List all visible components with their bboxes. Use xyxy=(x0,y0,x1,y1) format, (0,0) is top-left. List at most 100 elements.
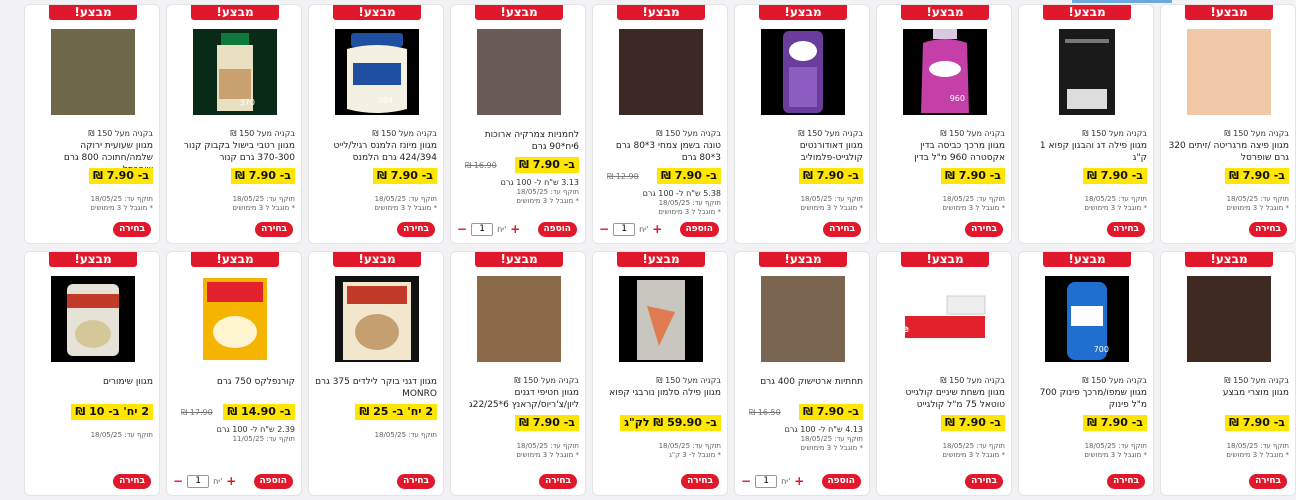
decrease-quantity-button[interactable]: − xyxy=(457,222,467,236)
min-purchase-text: בקניה מעל 150 ₪ xyxy=(656,129,721,138)
quantity-stepper[interactable]: −1 יח' + xyxy=(599,222,662,236)
add-to-cart-button[interactable]: הוספה xyxy=(253,474,293,489)
product-name[interactable]: מגוון דגני בוקר לילדים 375 גרם MONRO xyxy=(315,376,437,400)
product-image[interactable] xyxy=(761,276,845,362)
quantity-input[interactable]: 1 xyxy=(613,222,636,236)
choose-button[interactable]: בחירה xyxy=(397,474,435,489)
increase-quantity-button[interactable]: + xyxy=(510,222,520,236)
product-image[interactable]: 960 xyxy=(903,29,987,115)
product-card[interactable]: מבצע! בקניה מעל 150 ₪ מגוון פילה דג והבגון… xyxy=(1018,4,1154,244)
product-name[interactable]: מגוון פיצה מרגריטה /זיתים 320 גרם שופרסל xyxy=(1167,140,1289,164)
product-image[interactable]: Colgate xyxy=(877,276,987,362)
choose-button[interactable]: בחירה xyxy=(1249,222,1287,237)
choose-button[interactable]: בחירה xyxy=(1107,474,1145,489)
product-image[interactable] xyxy=(761,29,845,115)
product-card[interactable]: מבצע! 960 בקניה מעל 150 ₪ מגוון מרכך כביסה … xyxy=(876,4,1012,244)
product-name[interactable]: מגוון פילה סלמון נורבגי קפוא xyxy=(599,387,721,399)
product-image[interactable] xyxy=(619,29,703,115)
original-price: 17.90 ₪ xyxy=(181,408,213,417)
choose-button[interactable]: בחירה xyxy=(823,222,861,237)
product-name[interactable]: מגוון משחת שיניים קולגייט טוטאל 75 מ"ל ק… xyxy=(883,387,1005,411)
product-image[interactable]: 394 xyxy=(335,29,419,115)
sale-badge: מבצע! xyxy=(475,5,563,20)
choose-button[interactable]: בחירה xyxy=(113,474,151,489)
product-name[interactable]: לחמניות צמרקיה ארוכות 6יח*90 גרם xyxy=(457,129,579,153)
choose-button[interactable]: בחירה xyxy=(113,222,151,237)
product-name[interactable]: מגוון חטיפי דגנים ליון/צ'ריוס/קראנץ 6*22… xyxy=(457,387,579,411)
valid-until: תוקף עד: 18/05/25 xyxy=(374,431,437,439)
choose-button[interactable]: בחירה xyxy=(965,474,1003,489)
promo-price: ב- 7.90 ₪ xyxy=(372,168,437,184)
add-to-cart-button[interactable]: הוספה xyxy=(537,222,577,237)
add-to-cart-button[interactable]: הוספה xyxy=(821,474,861,489)
min-purchase-text: בקניה מעל 150 ₪ xyxy=(372,129,437,138)
product-name[interactable]: מגוון שמפו/מרכך פינוק 700 מ"ל פינוק xyxy=(1025,387,1147,411)
product-name[interactable]: טונה בשמן צמחי 3*80 גרם 3*80 גרם xyxy=(599,140,721,164)
quantity-stepper[interactable]: −1 יח' + xyxy=(457,222,520,236)
quantity-stepper[interactable]: −1 יח' + xyxy=(173,474,236,488)
product-name[interactable]: מגוון מוצרי מבצע xyxy=(1167,387,1289,399)
quantity-input[interactable]: 1 xyxy=(471,222,494,236)
add-to-cart-button[interactable]: הוספה xyxy=(679,222,719,237)
choose-button[interactable]: בחירה xyxy=(965,222,1003,237)
product-card[interactable]: מבצע! בקניה מעל 150 ₪ מגוון פילה סלמון נור… xyxy=(592,251,728,496)
valid-until: תוקף עד: 18/05/25 xyxy=(90,431,153,439)
product-card[interactable]: מבצע! קורנפלקס 750 גרם ב- 14.90 ₪ 17.90 ₪ 2.… xyxy=(166,251,302,496)
product-card[interactable]: מבצע! מגוון שימורים 2 יח' ב- 10 ₪ תוקף עד: … xyxy=(24,251,160,496)
product-name[interactable]: מגוון פילה דג והבגון קפוא 1 ק"ג xyxy=(1025,140,1147,164)
product-image[interactable] xyxy=(1187,29,1271,115)
product-image[interactable] xyxy=(51,276,135,362)
product-card[interactable]: מבצע! בקניה מעל 150 ₪ מגוון מוצרי מבצע ב- 7… xyxy=(1160,251,1296,496)
product-card[interactable]: מבצע! בקניה מעל 150 ₪ מגוון שעועית ירוקה ש… xyxy=(24,4,160,244)
product-card[interactable]: מבצע! 370 בקניה מעל 150 ₪ מגוון רטבי בישול … xyxy=(166,4,302,244)
quantity-input[interactable]: 1 xyxy=(187,474,210,488)
product-image[interactable] xyxy=(477,276,561,362)
product-name[interactable]: מגוון מיונז הלמנס רגיל/לייט 424/394 גרם … xyxy=(315,140,437,164)
choose-button[interactable]: בחירה xyxy=(681,474,719,489)
choose-button[interactable]: בחירה xyxy=(539,474,577,489)
increase-quantity-button[interactable]: + xyxy=(652,222,662,236)
decrease-quantity-button[interactable]: − xyxy=(173,474,183,488)
product-name[interactable]: מגוון רטבי בישול בקבוק קנור 370-300 גרם … xyxy=(173,140,295,164)
product-name[interactable]: מגוון שימורים xyxy=(31,376,153,388)
product-image[interactable] xyxy=(619,276,703,362)
product-image[interactable] xyxy=(1187,276,1271,362)
product-name[interactable]: קורנפלקס 750 גרם xyxy=(173,376,295,388)
product-name[interactable]: מגוון דאודורנטים קולגייט-פלמוליב xyxy=(741,140,863,164)
product-image[interactable] xyxy=(193,276,277,362)
choose-button[interactable]: בחירה xyxy=(1107,222,1145,237)
product-name[interactable]: מגוון מרכך כביסה בדין אקסטרה 960 מ"ל בדי… xyxy=(883,140,1005,164)
choose-button[interactable]: בחירה xyxy=(1249,474,1287,489)
decrease-quantity-button[interactable]: − xyxy=(741,474,751,488)
product-card[interactable]: מבצע! בקניה מעל 150 ₪ מגוון דאודורנטים קול… xyxy=(734,4,870,244)
product-image[interactable]: 700 xyxy=(1045,276,1129,362)
valid-until: תוקף עד: 18/05/25 xyxy=(800,195,863,203)
product-image[interactable] xyxy=(1045,29,1129,115)
valid-until: תוקף עד: 18/05/25 xyxy=(516,188,579,196)
promo-price: ב- 7.90 ₪ xyxy=(1224,415,1289,431)
product-card[interactable]: מבצע! בקניה מעל 150 ₪ מגוון חטיפי דגנים לי… xyxy=(450,251,586,496)
choose-button[interactable]: בחירה xyxy=(397,222,435,237)
product-card[interactable]: מבצע! 394 בקניה מעל 150 ₪ מגוון מיונז הלמנס… xyxy=(308,4,444,244)
increase-quantity-button[interactable]: + xyxy=(794,474,804,488)
product-card[interactable]: מבצע! לחמניות צמרקיה ארוכות 6יח*90 גרם ב- … xyxy=(450,4,586,244)
product-image[interactable] xyxy=(51,29,135,115)
choose-button[interactable]: בחירה xyxy=(255,222,293,237)
quantity-stepper[interactable]: −1 יח' + xyxy=(741,474,804,488)
product-card[interactable]: מבצע! בקניה מעל 150 ₪ טונה בשמן צמחי 3*80 … xyxy=(592,4,728,244)
product-name[interactable]: תחתיות ארטישוק 400 גרם xyxy=(741,376,863,388)
product-card[interactable]: מבצע! תחתיות ארטישוק 400 גרם ב- 7.90 ₪ 16.5… xyxy=(734,251,870,496)
limit-note: * מוגבל ל 3 מימושים xyxy=(516,451,579,459)
quantity-input[interactable]: 1 xyxy=(755,474,778,488)
decrease-quantity-button[interactable]: − xyxy=(599,222,609,236)
product-image[interactable] xyxy=(477,29,561,115)
product-image[interactable]: 370 xyxy=(193,29,277,115)
product-card[interactable]: מבצע! מגוון דגני בוקר לילדים 375 גרם MONR… xyxy=(308,251,444,496)
product-card[interactable]: מבצע! בקניה מעל 150 ₪ מגוון פיצה מרגריטה /… xyxy=(1160,4,1296,244)
increase-quantity-button[interactable]: + xyxy=(226,474,236,488)
sale-badge: מבצע! xyxy=(901,5,989,20)
valid-until: תוקף עד: 18/05/25 xyxy=(1226,442,1289,450)
product-image[interactable] xyxy=(335,276,419,362)
product-card[interactable]: מבצע! 700 בקניה מעל 150 ₪ מגוון שמפו/מרכך פ… xyxy=(1018,251,1154,496)
product-card[interactable]: מבצע! Colgate בקניה מעל 150 ₪ מגוון משחת שי… xyxy=(876,251,1012,496)
